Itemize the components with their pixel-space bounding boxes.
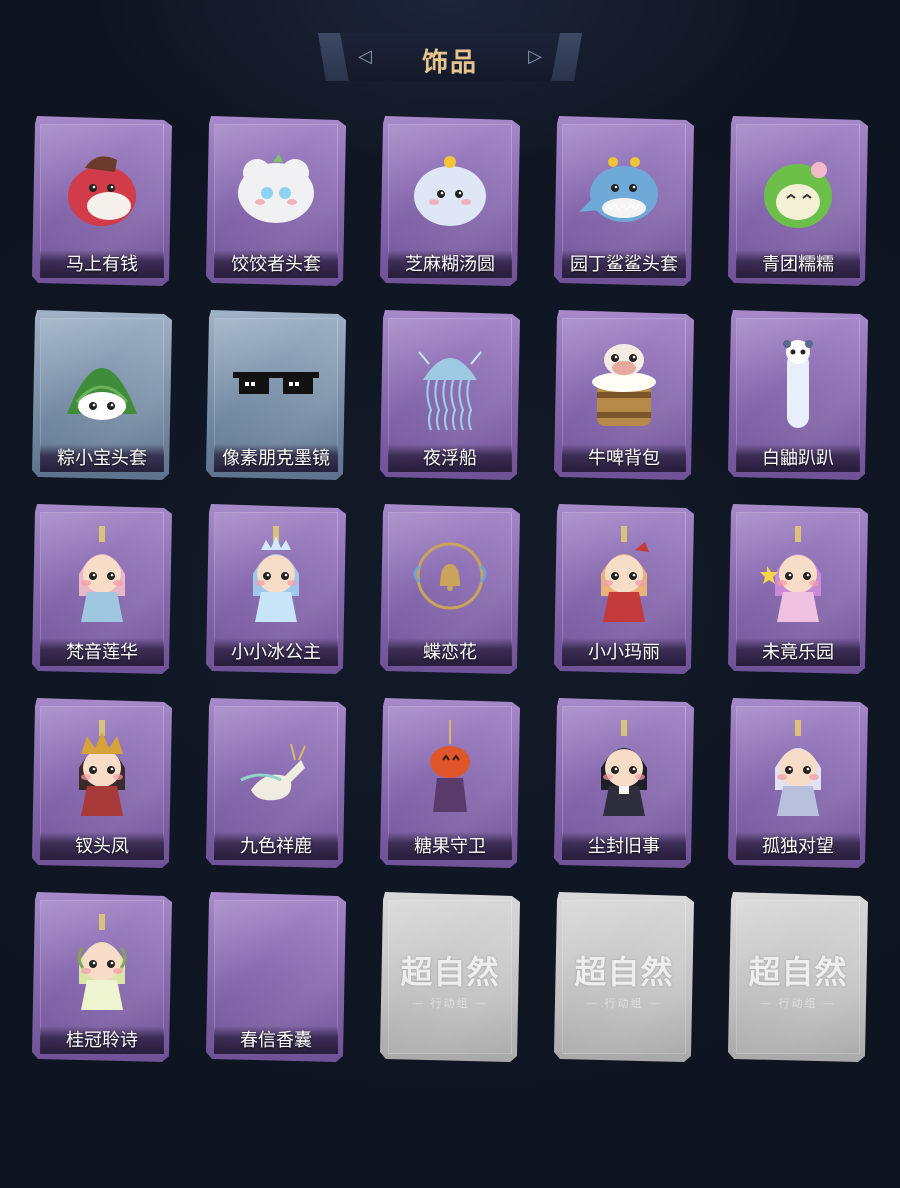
page-title: 饰品: [421, 48, 478, 78]
item-name: 马上有钱: [66, 254, 138, 275]
bell-charm-icon: [405, 526, 495, 626]
item-card[interactable]: 夜浮船: [380, 310, 520, 480]
cow-beer-backpack-icon: [579, 332, 669, 432]
item-card[interactable]: 未竟乐园: [728, 504, 868, 674]
item-name: 饺饺者头套: [231, 254, 321, 275]
item-name: 牛啤背包: [588, 448, 660, 469]
paradise-doll-icon: [753, 526, 843, 626]
locked-item-card[interactable]: 超自然 — 行动组 —: [380, 892, 520, 1062]
item-card[interactable]: 桂冠聆诗: [32, 892, 172, 1062]
item-card[interactable]: 尘封旧事: [554, 698, 694, 868]
placeholder-logo: 超自然 — 行动组 —: [728, 947, 868, 1011]
item-card[interactable]: 钗头凤: [32, 698, 172, 868]
item-name: 钗头凤: [75, 836, 129, 857]
logo-main: 超自然: [748, 953, 848, 991]
item-name: 夜浮船: [423, 448, 477, 469]
shark-hat-icon: [579, 138, 669, 238]
item-card[interactable]: 粽小宝头套: [32, 310, 172, 480]
pixel-sunglasses-icon: [231, 332, 321, 432]
item-card[interactable]: 九色祥鹿: [206, 698, 346, 868]
item-name: 九色祥鹿: [240, 836, 312, 857]
item-card[interactable]: 园丁鲨鲨头套: [554, 116, 694, 286]
lotus-doll-icon: [57, 526, 147, 626]
placeholder-logo: 超自然 — 行动组 —: [554, 947, 694, 1011]
logo-main: 超自然: [400, 953, 500, 991]
item-name: 粽小宝头套: [57, 448, 147, 469]
logo-sub: — 行动组 —: [760, 997, 836, 1010]
placeholder-logo: 超自然 — 行动组 —: [380, 947, 520, 1011]
logo-main: 超自然: [574, 953, 674, 991]
item-name: 未竟乐园: [762, 642, 834, 663]
item-card[interactable]: 小小冰公主: [206, 504, 346, 674]
item-card[interactable]: 马上有钱: [32, 116, 172, 286]
item-card[interactable]: 小小玛丽: [554, 504, 694, 674]
item-name: 小小冰公主: [231, 642, 321, 663]
dumpling-hat-icon: [231, 138, 321, 238]
item-card[interactable]: 孤独对望: [728, 698, 868, 868]
red-horse-hat-icon: [57, 138, 147, 238]
logo-sub: — 行动组 —: [586, 997, 662, 1010]
logo-sub: — 行动组 —: [412, 997, 488, 1010]
rice-ball-icon: [405, 138, 495, 238]
item-name: 春信香囊: [240, 1030, 312, 1051]
item-card[interactable]: 芝麻糊汤圆: [380, 116, 520, 286]
item-card[interactable]: 牛啤背包: [554, 310, 694, 480]
title-banner: ◁ ▷ 饰品: [318, 33, 582, 81]
zongzi-hat-icon: [57, 332, 147, 432]
empty-slot-icon: [231, 914, 321, 1014]
item-name: 蝶恋花: [423, 642, 477, 663]
item-card[interactable]: 饺饺者头套: [206, 116, 346, 286]
item-card[interactable]: 梵音莲华: [32, 504, 172, 674]
deer-charm-icon: [231, 720, 321, 820]
ice-princess-doll-icon: [231, 526, 321, 626]
item-name: 糖果守卫: [414, 836, 486, 857]
laurel-doll-icon: [57, 914, 147, 1014]
item-card[interactable]: 白鼬趴趴: [728, 310, 868, 480]
item-name: 小小玛丽: [588, 642, 660, 663]
white-ferret-icon: [753, 332, 843, 432]
locked-item-card[interactable]: 超自然 — 行动组 —: [554, 892, 694, 1062]
item-name: 园丁鲨鲨头套: [570, 254, 678, 275]
phoenix-crown-doll-icon: [57, 720, 147, 820]
pumpkin-charm-icon: [405, 720, 495, 820]
item-name: 像素朋克墨镜: [222, 448, 330, 469]
item-card[interactable]: 春信香囊: [206, 892, 346, 1062]
item-name: 白鼬趴趴: [762, 448, 834, 469]
item-name: 芝麻糊汤圆: [405, 254, 495, 275]
green-rice-ball-icon: [753, 138, 843, 238]
item-card[interactable]: 青团糯糯: [728, 116, 868, 286]
jellyfish-icon: [405, 332, 495, 432]
locked-item-card[interactable]: 超自然 — 行动组 —: [728, 892, 868, 1062]
item-name: 孤独对望: [762, 836, 834, 857]
gentleman-doll-icon: [579, 720, 669, 820]
item-card[interactable]: 蝶恋花: [380, 504, 520, 674]
item-name: 梵音莲华: [66, 642, 138, 663]
item-card[interactable]: 糖果守卫: [380, 698, 520, 868]
mary-doll-icon: [579, 526, 669, 626]
silver-doll-icon: [753, 720, 843, 820]
item-card[interactable]: 像素朋克墨镜: [206, 310, 346, 480]
item-name: 青团糯糯: [762, 254, 834, 275]
item-name: 尘封旧事: [588, 836, 660, 857]
item-name: 桂冠聆诗: [66, 1030, 138, 1051]
